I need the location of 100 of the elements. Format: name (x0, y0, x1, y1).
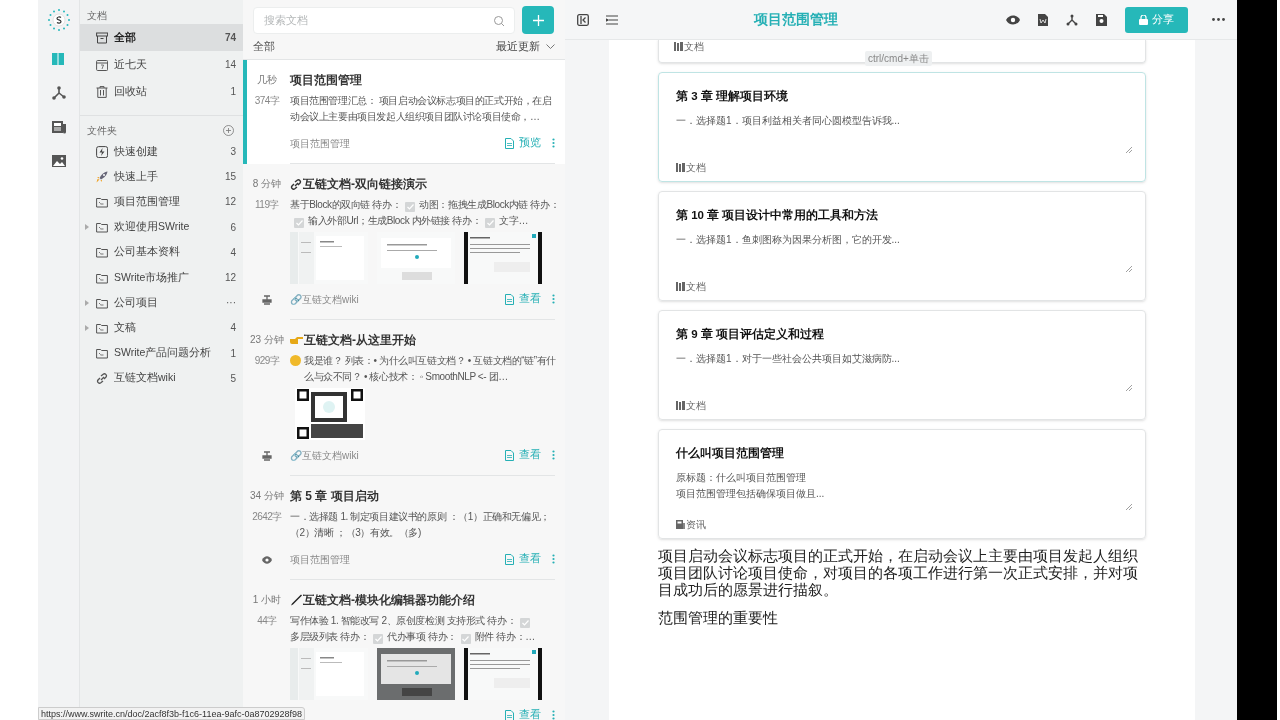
document-title: 项目范围管理 (754, 10, 838, 29)
filter-label[interactable]: 全部 (253, 39, 275, 55)
document-title: 项目范围管理 (290, 72, 362, 89)
excerpt-text: 原标题：什么叫项目范围管理 (676, 471, 807, 486)
excerpt-text: 多层级列表 待办： (290, 631, 370, 642)
more-icon[interactable] (1212, 18, 1225, 21)
add-folder-icon[interactable] (223, 124, 234, 136)
excerpt-text: 动图：拖拽生成Block内链 待办： (419, 199, 560, 210)
excerpt-text: 文字… (499, 215, 528, 226)
word-file-icon[interactable] (1038, 13, 1048, 26)
card-tag: 文档 (686, 398, 706, 414)
link-icon (290, 178, 302, 190)
expand-caret-icon[interactable] (85, 299, 89, 306)
time-label: 1 小时 (252, 593, 282, 607)
folder-item[interactable]: 快速创建 (114, 143, 231, 160)
item-count: 12 (224, 271, 236, 286)
folder-icon (96, 347, 108, 360)
eye-icon (262, 555, 272, 565)
item-count: 14 (224, 58, 236, 72)
document-icon (505, 449, 514, 461)
folder-icon (96, 246, 108, 259)
logo-icon (46, 8, 71, 32)
document-icon (505, 709, 514, 720)
expand-caret-icon[interactable] (85, 324, 89, 331)
document-title: 互链文档-从这里开始 (304, 332, 416, 349)
folder-item[interactable]: 公司基本资料 (114, 244, 231, 261)
folder-icon (96, 296, 108, 309)
folder-item[interactable]: 快速上手 (114, 168, 225, 185)
folder-item[interactable]: SWrite市场推广 (114, 269, 225, 286)
collapse-icon[interactable] (577, 13, 589, 26)
calendar-icon (96, 58, 108, 71)
eye-icon[interactable] (1006, 14, 1020, 25)
newspaper-icon[interactable] (51, 120, 66, 134)
image-icon[interactable] (51, 154, 66, 168)
word-count: 2642字 (252, 510, 282, 524)
time-label: 23 分钟 (250, 333, 284, 347)
item-count: 4 (230, 245, 236, 260)
sort-dropdown[interactable]: 最近更新 (496, 39, 555, 55)
card-title: 第 3 章 理解项目环境 (676, 88, 789, 104)
folder-icon (96, 221, 108, 234)
section-heading: 范围管理的重要性 (658, 610, 779, 627)
card-title: 第 9 章 项目评估定义和过程 (676, 326, 825, 342)
graph-icon[interactable] (51, 86, 66, 100)
folder-item[interactable]: SWrite产品问题分析 (114, 345, 231, 361)
folder-item[interactable]: 互链文档wiki (114, 370, 231, 387)
item-count: 4 (230, 321, 236, 336)
item-count: ··· (226, 296, 236, 311)
item-count: 74 (224, 31, 236, 45)
expand-caret-icon[interactable] (85, 224, 89, 231)
document-title: 互链文档-双向链接演示 (303, 176, 427, 193)
folder-item[interactable]: 文稿 (114, 320, 231, 336)
card-tag: 文档 (686, 279, 706, 295)
lock-icon (1139, 14, 1148, 25)
document-icon (505, 553, 514, 565)
chevron-icon (546, 44, 555, 50)
excerpt-text: 基于Block的双向链 待办： (290, 199, 402, 210)
folder-icon (96, 271, 108, 284)
time-label: 几秒 (257, 73, 277, 87)
book-icon (676, 163, 685, 173)
resize-handle-icon (1126, 385, 1132, 392)
stamp-icon (262, 451, 272, 461)
add-button[interactable] (522, 6, 554, 34)
item-count: 1 (230, 85, 236, 99)
word-count: 44字 (257, 614, 277, 628)
folder-tag: 🔗互链文档wiki (290, 447, 505, 463)
link-icon (96, 372, 108, 385)
document-icon (505, 137, 514, 149)
card-title: 第 10 章 项目设计中常用的工具和方法 (676, 207, 880, 223)
document-title: 互链文档-模块化编辑器功能介绍 (303, 592, 475, 609)
excerpt-text: 输入外部Url；生成Block 内外链接 待办： (308, 215, 482, 226)
excerpt-text: 项目范围管理汇总： 项目启动会议标志项目的正式开始，在启动会议上主要由项目发起人组织项目团队讨论项目使命，… (290, 95, 552, 122)
word-count: 119字 (255, 198, 279, 212)
card-tag: 文档 (686, 160, 706, 176)
word-count: 374字 (254, 94, 280, 108)
sidebar-item[interactable]: 全部 74 (80, 24, 243, 51)
excerpt-text: 附件 待办：… (474, 631, 535, 642)
folder-item[interactable]: 公司项目 (114, 294, 226, 311)
outline-icon[interactable] (606, 14, 618, 25)
folder-tag: 项目范围管理 (290, 135, 505, 151)
pointing-hand-icon (290, 335, 303, 345)
trash-icon (96, 85, 108, 98)
item-count: 6 (230, 220, 236, 235)
time-label: 34 分钟 (250, 489, 284, 503)
time-label: 8 分钟 (252, 177, 282, 191)
book-icon[interactable] (51, 52, 66, 66)
resize-handle-icon (1126, 504, 1132, 511)
item-label: 全部 (114, 29, 137, 45)
excerpt-text: 一．选择题 1. 制定项目建议书的原则 ：（1）正确和无偏见；（2）清晰 ；（3）有效。（多) (290, 511, 550, 538)
resize-handle-icon (1126, 147, 1132, 154)
folder-tag: 🔗互链文档wiki (290, 291, 505, 307)
save-icon[interactable] (1096, 13, 1107, 26)
excerpt-text: 一．选择题1．项目利益相关者同心圆模型告诉我... (676, 114, 901, 129)
folder-item[interactable]: 欢迎使用SWrite (114, 219, 231, 236)
folder-item[interactable]: 项目范围管理 (114, 194, 225, 210)
book-icon (676, 282, 685, 292)
newspaper-icon (676, 520, 685, 530)
graph-icon[interactable] (1066, 13, 1078, 26)
excerpt-text: 一．选择题1．鱼刺图称为因果分析图，它的开发... (676, 233, 901, 248)
body-paragraph: 项目启动会议标志项目的正式开始，在启动会议上主要由项目发起人组织项目团队讨论项目使命，对项目的各项工作进行第一次正式安排，并对项目成功后的愿景进行描叙。 (658, 548, 1139, 599)
search-field[interactable]: 搜索文档 (253, 6, 515, 34)
